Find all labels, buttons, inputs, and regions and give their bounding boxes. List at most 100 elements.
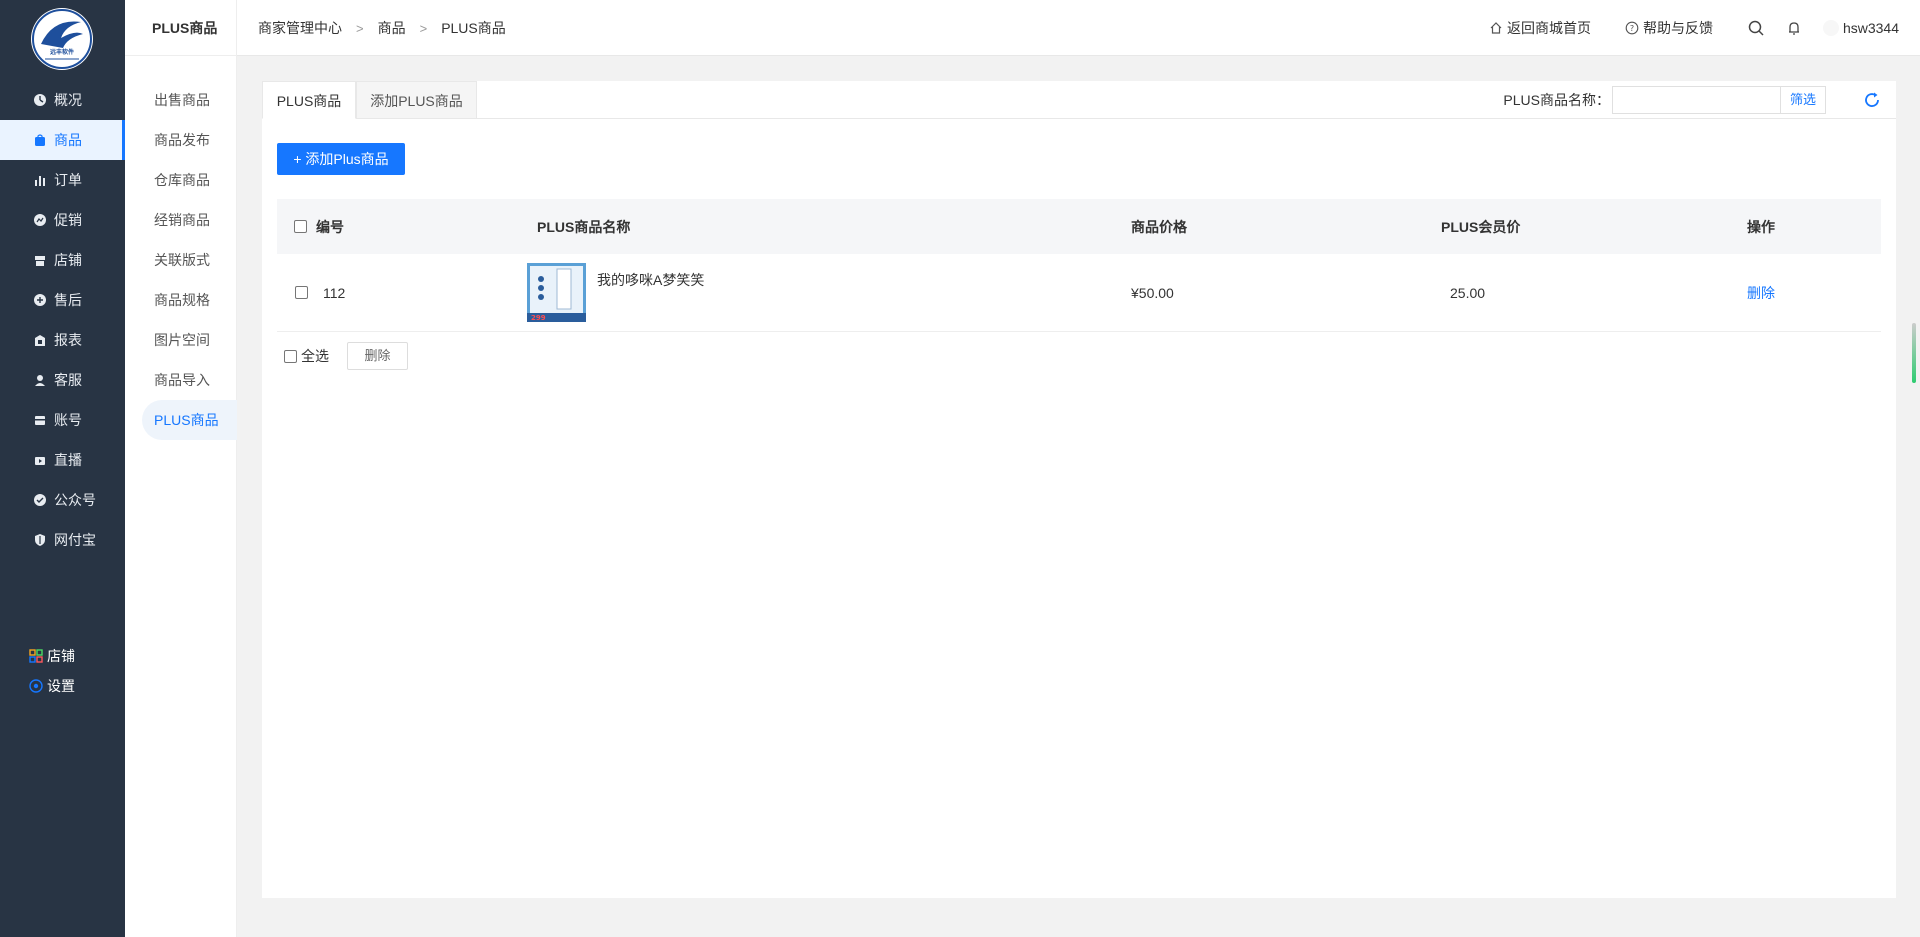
top-header: 商家管理中心 > 商品 > PLUS商品 返回商城首页 ? 帮助与反馈 hsw3… (237, 0, 1920, 56)
select-all-checkbox[interactable] (284, 349, 297, 363)
submenu-item-4[interactable]: 关联版式 (142, 240, 237, 280)
footer-settings-label: 设置 (47, 678, 75, 694)
nav-item-11[interactable]: 网付宝 (0, 520, 125, 560)
bulk-delete-button[interactable]: 删除 (347, 342, 408, 370)
nav-item-7[interactable]: 客服 (0, 360, 125, 400)
row-id: 112 (323, 284, 346, 301)
breadcrumb-item-current: PLUS商品 (441, 20, 506, 36)
help-icon: ? (1625, 21, 1639, 35)
help-link[interactable]: ? 帮助与反馈 (1625, 18, 1713, 38)
footer-settings-link[interactable]: 设置 (29, 674, 75, 698)
search-icon[interactable] (1747, 19, 1765, 37)
filter-bar: PLUS商品名称： 筛选 (1503, 86, 1826, 114)
nav-item-label: 店铺 (54, 252, 82, 268)
scroll-indicator[interactable] (1912, 323, 1916, 383)
nav-item-6[interactable]: 报表 (0, 320, 125, 360)
product-name[interactable]: 我的哆咪A梦笑笑 (597, 270, 704, 290)
row-delete-link: 删除 (1747, 254, 1775, 331)
select-all-label[interactable]: 全选 (301, 346, 329, 366)
row-plus-price: 25.00 (1450, 284, 1486, 301)
submenu-item-8[interactable]: PLUS商品 (142, 400, 237, 440)
filter-label: PLUS商品名称： (1503, 92, 1610, 108)
breadcrumb-item-goods[interactable]: 商品 (378, 18, 406, 38)
submenu-item-5[interactable]: 商品规格 (142, 280, 237, 320)
row-name-cell: 299 我的哆咪A梦笑笑 (527, 254, 704, 331)
nav-item-label: 促销 (54, 212, 82, 228)
filter-button[interactable]: 筛选 (1780, 86, 1826, 114)
nav-item-8[interactable]: 账号 (0, 400, 125, 440)
add-plus-goods-button[interactable]: + 添加Plus商品 (277, 143, 405, 175)
plus-name-search-input[interactable] (1612, 86, 1780, 114)
nav-item-5[interactable]: 售后 (0, 280, 125, 320)
help-link-label: 帮助与反馈 (1642, 20, 1713, 36)
nav-item-4[interactable]: 店铺 (0, 240, 125, 280)
submenu-item-3[interactable]: 经销商品 (142, 200, 237, 240)
settings-icon (29, 679, 43, 693)
column-price: 商品价格 (1131, 218, 1187, 235)
nav-item-3[interactable]: 促销 (0, 200, 125, 240)
nav-item-label: 账号 (54, 412, 82, 428)
submenu-title: PLUS商品 (125, 0, 237, 56)
nav-item-1[interactable]: 商品 (0, 120, 125, 160)
row-price: ¥50.00 (1131, 284, 1174, 301)
chevron-right-icon: > (419, 20, 428, 36)
promotion-icon (33, 213, 47, 227)
avatar (1822, 20, 1839, 36)
nav-item-label: 商品 (54, 132, 82, 148)
nav-item-2[interactable]: 订单 (0, 160, 125, 200)
submenu-item-7[interactable]: 商品导入 (142, 360, 237, 400)
tab-plus-goods[interactable]: PLUS商品 (262, 81, 356, 119)
nav-item-10[interactable]: 公众号 (0, 480, 125, 520)
payment-icon (33, 533, 47, 547)
nav-item-label: 报表 (54, 332, 82, 348)
table-header: 编号 PLUS商品名称 商品价格 PLUS会员价 操作 (277, 199, 1881, 254)
main-panel: PLUS商品 添加PLUS商品 PLUS商品名称： 筛选 + 添加Plus商品 … (262, 81, 1896, 898)
table-row: 112 299 我的哆咪A梦笑笑 ¥50.00 25.00 删除 (277, 254, 1881, 332)
chevron-right-icon: > (356, 20, 364, 36)
home-icon (1489, 21, 1503, 35)
svg-text:?: ? (1630, 24, 1634, 33)
thumb-price-text: 299 (531, 314, 546, 322)
column-id: 编号 (316, 218, 344, 235)
company-logo[interactable]: 远丰软件 (31, 8, 93, 70)
column-plus-price: PLUS会员价 (1441, 218, 1521, 235)
logo-mark: 远丰软件 (32, 9, 92, 69)
nav-item-0[interactable]: 概况 (0, 80, 125, 120)
official-account-icon (33, 493, 47, 507)
nav-item-label: 概况 (54, 92, 82, 108)
column-name: PLUS商品名称 (537, 218, 631, 235)
footer-store-label: 店铺 (47, 648, 75, 664)
submenu-item-6[interactable]: 图片空间 (142, 320, 237, 360)
select-all-header-checkbox[interactable] (294, 220, 307, 233)
main-nav: 远丰软件 概况 商品 订单 促销 店铺 售后 报表 客服 账号 直播 公众号 网付宝 店铺 设置 (0, 0, 125, 937)
home-link[interactable]: 返回商城首页 (1489, 18, 1591, 38)
refresh-icon[interactable] (1862, 90, 1882, 110)
nav-item-9[interactable]: 直播 (0, 440, 125, 480)
nav-item-label: 售后 (54, 292, 82, 308)
submenu: PLUS商品 出售商品 商品发布 仓库商品 经销商品 关联版式 商品规格 图片空间 商品导入 P… (125, 0, 237, 937)
row-checkbox[interactable] (295, 286, 308, 299)
footer-store-link[interactable]: 店铺 (29, 644, 75, 668)
tab-bar: PLUS商品 添加PLUS商品 PLUS商品名称： 筛选 (262, 81, 1896, 119)
breadcrumb: 商家管理中心 > 商品 > PLUS商品 (258, 0, 506, 56)
account-icon (33, 413, 47, 427)
home-link-label: 返回商城首页 (1506, 20, 1591, 36)
service-icon (33, 373, 47, 387)
report-icon (33, 333, 47, 347)
submenu-item-1[interactable]: 商品发布 (142, 120, 237, 160)
live-icon (33, 453, 47, 467)
dashboard-icon (33, 93, 47, 107)
bell-icon[interactable] (1785, 19, 1803, 37)
user-menu[interactable]: hsw3344 (1822, 20, 1899, 36)
tab-add-plus-goods[interactable]: 添加PLUS商品 (356, 81, 477, 119)
breadcrumb-item-home[interactable]: 商家管理中心 (258, 18, 342, 38)
submenu-item-2[interactable]: 仓库商品 (142, 160, 237, 200)
delete-link[interactable]: 删除 (1747, 283, 1775, 303)
grid-icon (29, 649, 43, 663)
nav-item-label: 公众号 (54, 492, 96, 508)
submenu-item-0[interactable]: 出售商品 (142, 80, 237, 120)
store-icon (33, 253, 47, 267)
username: hsw3344 (1842, 20, 1899, 36)
nav-item-label: 直播 (54, 452, 82, 468)
product-thumbnail[interactable]: 299 (527, 263, 586, 322)
